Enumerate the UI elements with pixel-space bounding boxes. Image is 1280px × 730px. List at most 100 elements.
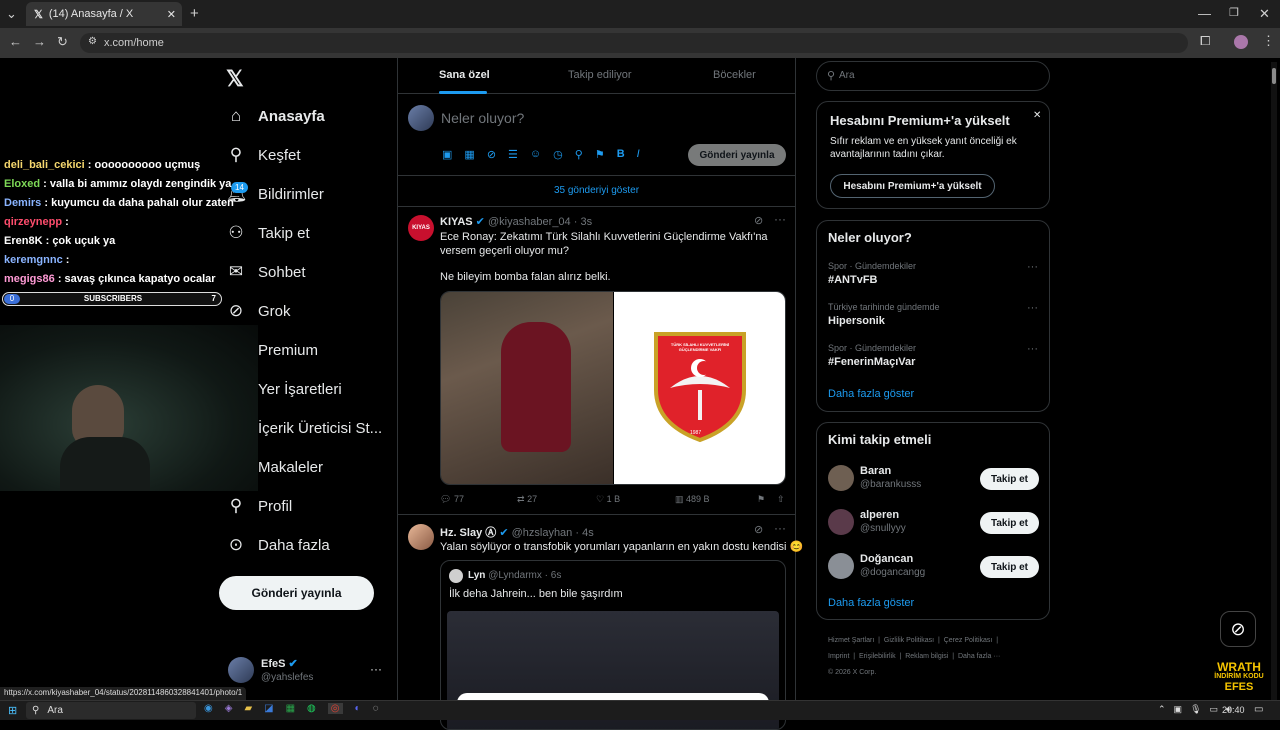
premium-upgrade-button[interactable]: Hesabını Premium+'a yükselt [830, 174, 995, 198]
chrome-icon[interactable]: ◎ [327, 703, 343, 714]
flag-icon[interactable]: ⚑ [595, 148, 605, 161]
tweet-handle[interactable]: @kiyashaber_04 [488, 216, 571, 228]
footer-link[interactable]: Hizmet Şartları [828, 637, 874, 644]
tweet[interactable]: KIYAS KIYAS ✔ @kiyashaber_04 · 3s ⊘ ··· … [398, 207, 795, 515]
extensions-icon[interactable]: ⧠ [1200, 33, 1210, 49]
network-icon[interactable]: ▭ [1210, 704, 1219, 715]
obs-icon[interactable]: ◌ [373, 703, 379, 714]
grok-explain-icon[interactable]: ⊘ [754, 523, 763, 536]
close-icon[interactable]: ✕ [1033, 110, 1041, 121]
tweet-handle[interactable]: @hzslayhan [512, 527, 573, 539]
mic-icon[interactable]: 🎙︎ [1190, 704, 1201, 715]
taskbar-search[interactable]: ⚲ Ara [26, 702, 196, 719]
follow-item[interactable]: Doğancan @dogancangg Takip et [817, 549, 1049, 589]
share-icon[interactable]: ⇧ [777, 494, 785, 505]
views-button[interactable]: ▥ 489 B [675, 494, 757, 505]
close-window-icon[interactable]: ✕ [1259, 6, 1270, 22]
compose-input[interactable]: Neler oluyor? [441, 110, 524, 126]
follow-button[interactable]: Takip et [980, 468, 1039, 490]
location-icon[interactable]: ⚲ [575, 148, 583, 161]
site-info-icon[interactable]: ⚙ [88, 36, 97, 47]
tweet-author[interactable]: Hz. Slay Ⓐ [440, 527, 496, 539]
nav-item-chat[interactable]: ✉ Sohbet [226, 262, 306, 282]
bold-icon[interactable]: B [617, 148, 625, 161]
footer-link[interactable]: Çerez Politikası [944, 637, 993, 644]
profile-avatar[interactable] [1234, 35, 1248, 49]
grok-explain-icon[interactable]: ⊘ [754, 214, 763, 227]
file-explorer-icon[interactable]: ▰ [244, 703, 252, 714]
tweet-avatar[interactable] [408, 524, 434, 550]
discord-icon[interactable]: ◐ [355, 703, 361, 714]
show-new-posts-bar[interactable]: 35 gönderiyi göster [398, 175, 795, 207]
excel-icon[interactable]: ▦ [286, 703, 295, 714]
nav-item-grok[interactable]: ⊘ Grok [226, 301, 291, 321]
tweet-more-icon[interactable]: ··· [774, 212, 786, 226]
trend-more-icon[interactable]: ··· [1027, 261, 1038, 273]
tweet-media[interactable]: TÜRK SİLAHLI KUVVETLERİNİ GÜÇLENDİRME VA… [440, 291, 786, 485]
search-field[interactable]: ⚲ Ara [816, 61, 1050, 91]
bookmark-icon[interactable]: ⚑ [757, 494, 777, 505]
tab-bugs[interactable]: Böcekler [713, 69, 756, 81]
nav-item-explore[interactable]: ⚲ Keşfet [226, 145, 301, 165]
minimize-icon[interactable]: — [1198, 6, 1211, 21]
tweet-avatar[interactable]: KIYAS [408, 215, 434, 241]
footer-link[interactable]: Reklam bilgisi [905, 653, 948, 660]
tab-list-icon[interactable]: ⌄ [6, 6, 17, 22]
tweet-time[interactable]: · 4s [575, 527, 593, 539]
tweet-photo-left[interactable] [441, 292, 613, 484]
emoji-icon[interactable]: ☺ [530, 148, 541, 161]
grok-float-button[interactable]: ⊘ [1220, 611, 1256, 647]
follow-item[interactable]: Baran @barankusss Takip et [817, 461, 1049, 501]
trend-item[interactable]: Spor · Gündemdekiler #FenerinMaçıVar ··· [817, 341, 1049, 381]
close-tab-icon[interactable]: ✕ [167, 8, 176, 21]
follow-button[interactable]: Takip et [980, 512, 1039, 534]
gif-icon[interactable]: ▦ [464, 148, 474, 161]
copilot-icon[interactable]: ◈ [225, 703, 233, 714]
tray-app-icon[interactable]: ▣ [1174, 704, 1183, 715]
follow-avatar[interactable] [828, 465, 854, 491]
outlook-icon[interactable]: ◪ [264, 703, 273, 714]
trend-more-icon[interactable]: ··· [1027, 302, 1038, 314]
retweet-button[interactable]: ⇄ 27 [517, 494, 596, 505]
nav-item-follow[interactable]: ⚇ Takip et [226, 223, 309, 243]
scrollbar-thumb[interactable] [1272, 68, 1276, 84]
trend-item[interactable]: Türkiye tarihinde gündemde Hipersonik ··… [817, 300, 1049, 340]
post-button[interactable]: Gönderi yayınla [219, 576, 374, 610]
trend-more-icon[interactable]: ··· [1027, 343, 1038, 355]
tweet-more-icon[interactable]: ··· [774, 521, 786, 535]
follow-button[interactable]: Takip et [980, 556, 1039, 578]
compose-post-button[interactable]: Gönderi yayınla [688, 144, 786, 166]
schedule-icon[interactable]: ◷ [553, 148, 563, 161]
forward-icon[interactable]: → [33, 34, 46, 49]
nav-item-home[interactable]: ⌂ Anasayfa [226, 106, 325, 126]
url-field[interactable]: ⚙ x.com/home [80, 33, 1188, 53]
reply-button[interactable]: 💬︎ 77 [440, 494, 517, 505]
reload-icon[interactable]: ↻ [57, 34, 68, 50]
image-icon[interactable]: ▣ [442, 148, 452, 161]
trend-item[interactable]: Spor · Gündemdekiler #ANTvFB ··· [817, 259, 1049, 299]
tab-following[interactable]: Takip ediliyor [568, 69, 632, 81]
x-home-logo-icon[interactable]: 𝕏 [226, 66, 244, 92]
edge-icon[interactable]: ◉ [204, 703, 213, 714]
footer-link[interactable]: Imprint [828, 653, 849, 660]
poll-icon[interactable]: ☰ [508, 148, 518, 161]
like-button[interactable]: ♡ 1 B [596, 494, 675, 505]
tweet-photo-right[interactable]: TÜRK SİLAHLI KUVVETLERİNİ GÜÇLENDİRME VA… [614, 292, 785, 484]
follow-avatar[interactable] [828, 509, 854, 535]
tray-chevron-icon[interactable]: ⌃ [1158, 704, 1166, 715]
follow-item[interactable]: alperen @snullyyy Takip et [817, 505, 1049, 545]
tab-for-you[interactable]: Sana özel [439, 69, 490, 81]
tweet-author[interactable]: KIYAS [440, 216, 473, 228]
clock[interactable]: 20:40 [1222, 705, 1245, 715]
start-icon[interactable]: ⊞ [8, 704, 17, 717]
account-name[interactable]: EfeS ✔ [261, 657, 298, 670]
browser-tab[interactable]: 𝕏 (14) Anasayfa / X ✕ [26, 2, 182, 26]
tweet[interactable]: Hz. Slay Ⓐ ✔ @hzslayhan · 4s ⊘ ··· Yalan… [398, 516, 803, 730]
grok-icon[interactable]: ⊘ [487, 148, 496, 161]
footer-link[interactable]: Erişilebilirlik [859, 653, 896, 660]
back-icon[interactable]: ← [9, 34, 22, 49]
follow-show-more[interactable]: Daha fazla göster [828, 597, 914, 609]
italic-icon[interactable]: I [637, 148, 640, 161]
footer-link[interactable]: Daha fazla ··· [958, 653, 1000, 660]
follow-avatar[interactable] [828, 553, 854, 579]
